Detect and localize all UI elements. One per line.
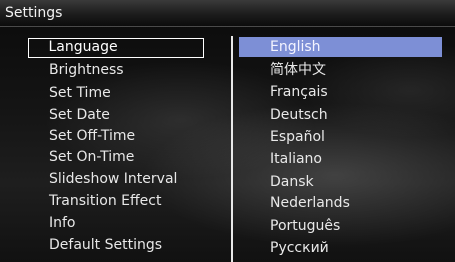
option-espanol[interactable]: Español [239, 127, 442, 147]
menu-item-language[interactable]: Language [28, 38, 204, 58]
option-francais[interactable]: Français [239, 82, 442, 102]
menu-item-info[interactable]: Info [28, 214, 204, 234]
menu-item-brightness[interactable]: Brightness [28, 61, 204, 81]
option-deutsch[interactable]: Deutsch [239, 105, 442, 125]
option-simplified-chinese[interactable]: 简体中文 [239, 60, 442, 80]
language-options-list: English 简体中文 Français Deutsch Español It… [233, 36, 455, 262]
menu-item-set-off-time[interactable]: Set Off-Time [28, 127, 204, 147]
menu-item-default-settings[interactable]: Default Settings [28, 236, 204, 256]
option-russian[interactable]: Русский [239, 238, 442, 258]
settings-screen: Settings Language Brightness Set Time Se… [0, 0, 455, 262]
title-bar: Settings [0, 0, 455, 27]
menu-item-transition-effect[interactable]: Transition Effect [28, 192, 204, 212]
option-italiano[interactable]: Italiano [239, 149, 442, 169]
menu-item-set-on-time[interactable]: Set On-Time [28, 148, 204, 168]
option-portugues[interactable]: Português [239, 216, 442, 236]
menu-item-set-time[interactable]: Set Time [28, 84, 204, 104]
option-dansk[interactable]: Dansk [239, 172, 442, 192]
menu-item-set-date[interactable]: Set Date [28, 106, 204, 126]
option-english[interactable]: English [239, 37, 442, 57]
option-nederlands[interactable]: Nederlands [239, 193, 442, 213]
page-title: Settings [5, 5, 63, 21]
menu-item-slideshow-interval[interactable]: Slideshow Interval [28, 170, 204, 190]
settings-menu: Language Brightness Set Time Set Date Se… [0, 36, 232, 262]
